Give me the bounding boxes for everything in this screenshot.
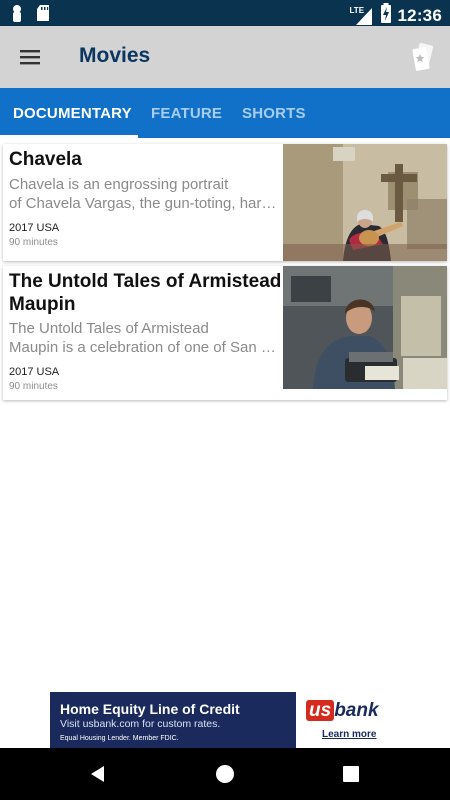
ad-left-panel: Home Equity Line of Credit Visit usbank.… <box>50 692 296 748</box>
logo-us: us <box>306 700 335 721</box>
home-button[interactable] <box>213 762 237 786</box>
menu-button[interactable] <box>14 44 46 70</box>
movie-thumbnail <box>283 144 447 261</box>
movie-duration: 90 minutes <box>9 237 58 248</box>
app-bar: Movies <box>0 26 450 88</box>
description-line: The Untold Tales of Armistead <box>9 320 209 337</box>
movie-card-armistead-maupin[interactable]: The Untold Tales of Armistead Maupin The… <box>3 266 447 400</box>
status-time: 12:36 <box>397 5 442 25</box>
page-title: Movies <box>79 44 151 67</box>
ad-right-panel: us bank Learn more <box>296 692 400 748</box>
back-icon <box>91 766 104 782</box>
ad-fine-print: Equal Housing Lender. Member FDIC. <box>60 735 179 742</box>
ad-subline: Visit usbank.com for custom rates. <box>60 718 221 730</box>
movie-title: The Untold Tales of Armistead Maupin <box>9 270 282 316</box>
ad-headline: Home Equity Line of Credit <box>60 701 240 717</box>
sd-card-icon <box>36 4 50 27</box>
logo-bank: bank <box>334 700 379 721</box>
movie-description: Chavela is an engrossing portrait of Cha… <box>9 175 279 213</box>
signal-icon: LTE <box>350 6 374 26</box>
tab-bar: DOCUMENTARY FEATURE SHORTS <box>0 88 450 138</box>
title-line: Maupin <box>9 294 76 315</box>
menu-icon <box>20 50 40 65</box>
tab-feature[interactable]: FEATURE <box>151 88 222 138</box>
description-line: of Chavela Vargas, the gun-toting, har… <box>9 195 277 212</box>
movie-title: Chavela <box>9 149 82 170</box>
back-button[interactable] <box>86 762 110 786</box>
recents-button[interactable] <box>339 762 363 786</box>
description-line: Maupin is a celebration of one of San … <box>9 339 276 356</box>
usbank-logo: us bank <box>306 700 379 722</box>
notification-icon <box>10 4 24 27</box>
movie-description: The Untold Tales of Armistead Maupin is … <box>9 319 279 357</box>
ad-learn-more-link[interactable]: Learn more <box>322 729 376 740</box>
title-line: The Untold Tales of Armistead <box>9 271 282 292</box>
tab-shorts[interactable]: SHORTS <box>242 88 306 138</box>
movie-card-chavela[interactable]: Chavela Chavela is an engrossing portrai… <box>3 144 447 261</box>
tab-documentary[interactable]: DOCUMENTARY <box>13 88 132 138</box>
battery-charging-icon <box>380 3 392 28</box>
description-line: Chavela is an engrossing portrait <box>9 176 229 193</box>
tickets-button[interactable] <box>408 41 440 73</box>
movie-duration: 90 minutes <box>9 381 58 392</box>
movie-thumbnail <box>283 266 447 389</box>
tickets-icon <box>412 42 434 71</box>
tab-indicator <box>0 135 138 138</box>
recents-icon <box>343 766 359 782</box>
movie-meta: 2017 USA <box>9 222 60 234</box>
ad-banner[interactable]: Home Equity Line of Credit Visit usbank.… <box>50 692 400 748</box>
navigation-bar <box>0 748 450 800</box>
home-icon <box>216 765 234 783</box>
status-bar: LTE 12:36 <box>0 0 450 26</box>
movie-meta: 2017 USA <box>9 366 60 378</box>
